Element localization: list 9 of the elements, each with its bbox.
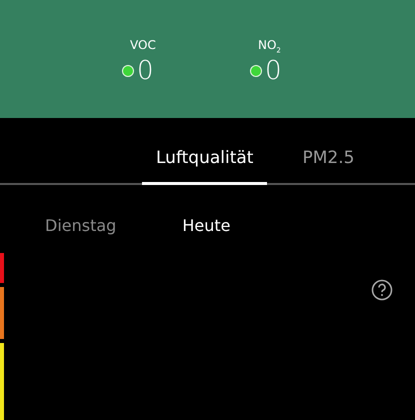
reading-label: VOC	[130, 38, 156, 54]
reading-value: 0	[265, 56, 282, 86]
reading-value: 0	[137, 56, 154, 86]
day-tab[interactable]: Dienstag	[45, 215, 116, 235]
tab[interactable]: PM2.5	[288, 148, 368, 185]
tab[interactable]: Luftqualität	[142, 148, 268, 185]
help-icon[interactable]	[371, 279, 393, 301]
day-tab[interactable]: Heute	[182, 215, 230, 235]
reading-label: NO$_{2}$	[258, 38, 281, 56]
